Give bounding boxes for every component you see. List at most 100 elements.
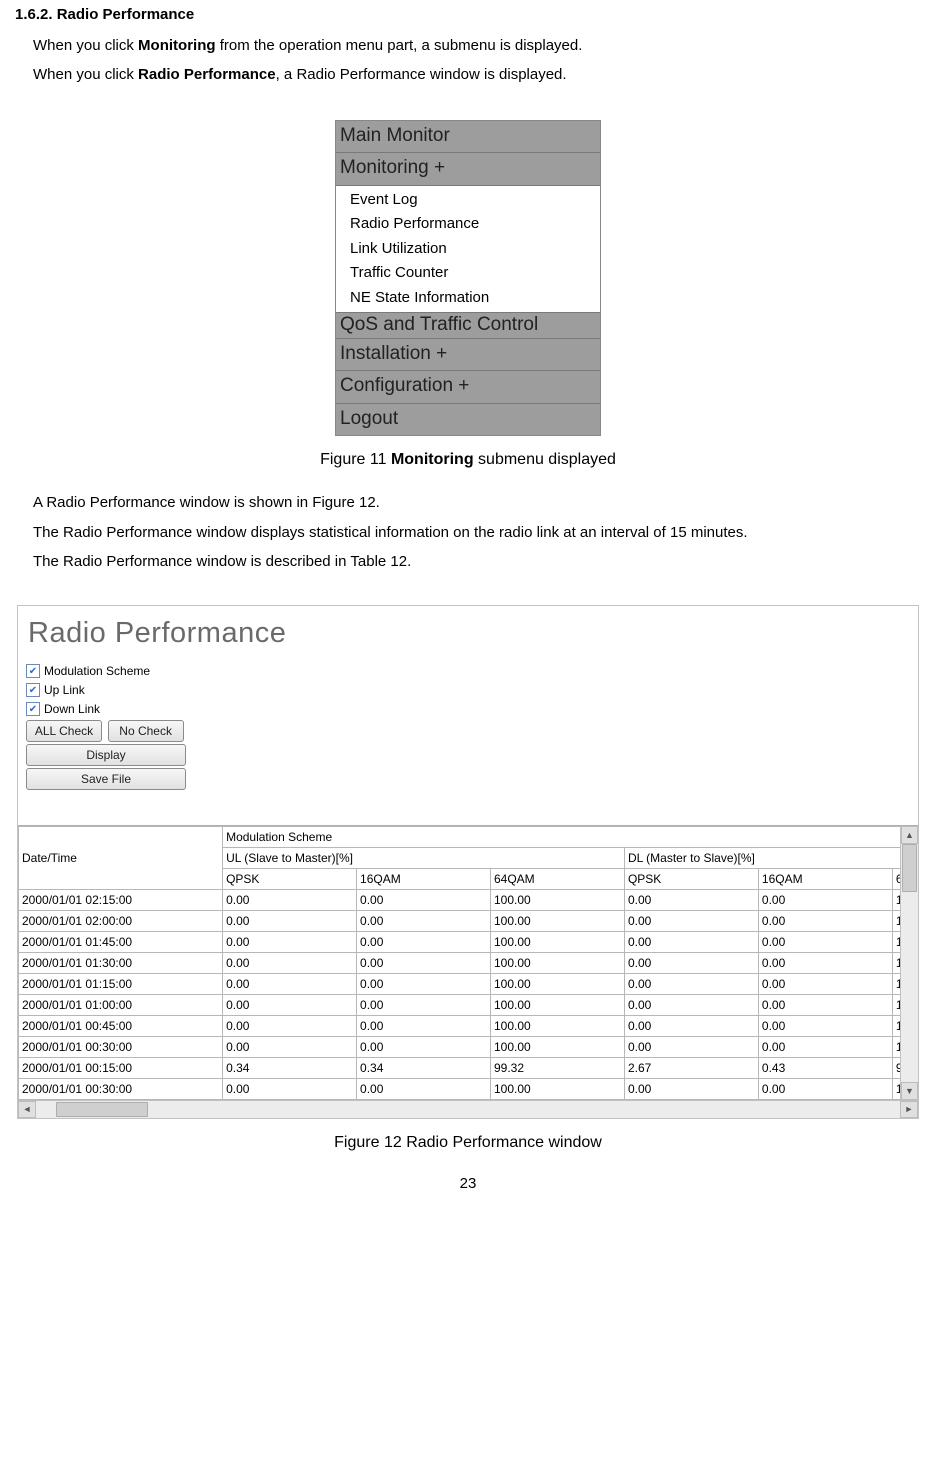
submenu-radio-performance[interactable]: Radio Performance (336, 212, 600, 237)
table-cell: 0.00 (223, 932, 357, 953)
table-cell: 100.00 (490, 1079, 624, 1100)
checkbox-label: Up Link (44, 681, 85, 699)
table-cell: 0.00 (357, 911, 491, 932)
th-64qam: 64QAM (490, 869, 624, 890)
table-cell: 0.00 (223, 1079, 357, 1100)
table-cell: 0.00 (758, 1079, 892, 1100)
table-cell: 0.00 (624, 1016, 758, 1037)
scroll-left-icon[interactable]: ◄ (18, 1101, 36, 1118)
section-heading: 1.6.2. Radio Performance (15, 4, 921, 27)
th-16qam: 16QAM (357, 869, 491, 890)
bold-monitoring: Monitoring (138, 37, 215, 54)
table-cell: 0.43 (758, 1058, 892, 1079)
display-button[interactable]: Display (26, 744, 186, 766)
vertical-scrollbar[interactable]: ▲ ▼ (900, 826, 918, 1100)
submenu-ne-state[interactable]: NE State Information (336, 286, 600, 311)
table-cell: 2000/01/01 00:30:00 (19, 1079, 223, 1100)
table-cell: 100.00 (490, 932, 624, 953)
menu-main-monitor[interactable]: Main Monitor (336, 121, 600, 154)
text: submenu displayed (474, 451, 616, 468)
scroll-down-icon[interactable]: ▼ (901, 1082, 918, 1100)
intro-paragraph-2: When you click Radio Performance, a Radi… (33, 62, 921, 88)
menu-installation[interactable]: Installation + (336, 339, 600, 372)
horizontal-scrollbar[interactable]: ◄ ► (18, 1100, 918, 1118)
scroll-up-icon[interactable]: ▲ (901, 826, 918, 844)
checkbox-modulation-scheme[interactable]: ✔ (26, 664, 40, 678)
scroll-thumb[interactable] (902, 844, 917, 892)
table-cell: 100.00 (490, 911, 624, 932)
table-cell: 0.00 (624, 911, 758, 932)
menu-monitoring[interactable]: Monitoring + (336, 153, 600, 186)
rp-controls: ✔ Modulation Scheme ✔ Up Link ✔ Down Lin… (18, 657, 918, 795)
paragraph-interval: The Radio Performance window displays st… (33, 520, 921, 546)
table-cell: 0.00 (357, 995, 491, 1016)
table-cell: 2000/01/01 02:15:00 (19, 890, 223, 911)
all-check-button[interactable]: ALL Check (26, 720, 102, 742)
table-cell: 2000/01/01 01:45:00 (19, 932, 223, 953)
table-cell: 0.00 (758, 932, 892, 953)
table-cell: 0.00 (624, 1079, 758, 1100)
table-cell: 0.00 (624, 890, 758, 911)
th-qpsk: QPSK (223, 869, 357, 890)
table-cell: 0.00 (357, 1079, 491, 1100)
table-cell: 99.32 (490, 1058, 624, 1079)
text: , a Radio Performance window is displaye… (276, 66, 567, 83)
table-cell: 0.34 (223, 1058, 357, 1079)
table-cell: 0.00 (758, 1016, 892, 1037)
checkbox-label: Down Link (44, 700, 100, 718)
menu-configuration[interactable]: Configuration + (336, 371, 600, 404)
table-row: 2000/01/01 00:45:000.000.00100.000.000.0… (19, 1016, 918, 1037)
table-row: 2000/01/01 00:15:000.340.3499.322.670.43… (19, 1058, 918, 1079)
no-check-button[interactable]: No Check (108, 720, 184, 742)
th-16qam: 16QAM (758, 869, 892, 890)
checkbox-label: Modulation Scheme (44, 662, 150, 680)
th-date-time: Date/Time (19, 827, 223, 890)
table-cell: 0.00 (758, 995, 892, 1016)
checkbox-down-link[interactable]: ✔ (26, 702, 40, 716)
menu-logout[interactable]: Logout (336, 404, 600, 436)
submenu-link-utilization[interactable]: Link Utilization (336, 237, 600, 262)
table-cell: 100.00 (490, 1037, 624, 1058)
rp-table-container: Date/Time Modulation Scheme UL (Slave to… (18, 825, 918, 1118)
scroll-right-icon[interactable]: ► (900, 1101, 918, 1118)
table-cell: 0.00 (624, 974, 758, 995)
table-cell: 100.00 (490, 1016, 624, 1037)
table-cell: 2000/01/01 00:15:00 (19, 1058, 223, 1079)
bold-radio-performance: Radio Performance (138, 66, 276, 83)
table-cell: 0.00 (758, 974, 892, 995)
table-cell: 0.00 (223, 1037, 357, 1058)
table-row: 2000/01/01 02:15:000.000.00100.000.000.0… (19, 890, 918, 911)
table-row: 2000/01/01 01:30:000.000.00100.000.000.0… (19, 953, 918, 974)
table-cell: 0.34 (357, 1058, 491, 1079)
submenu-traffic-counter[interactable]: Traffic Counter (336, 261, 600, 286)
text: When you click (33, 66, 138, 83)
submenu-event-log[interactable]: Event Log (336, 188, 600, 213)
table-row: 2000/01/01 01:00:000.000.00100.000.000.0… (19, 995, 918, 1016)
checkbox-up-link[interactable]: ✔ (26, 683, 40, 697)
table-cell: 0.00 (624, 953, 758, 974)
table-cell: 0.00 (223, 911, 357, 932)
rp-window-title: Radio Performance (18, 606, 918, 658)
text: Figure 11 (320, 451, 391, 468)
table-cell: 100.00 (490, 974, 624, 995)
table-cell: 2000/01/01 02:00:00 (19, 911, 223, 932)
menu-qos-traffic[interactable]: QoS and Traffic Control (336, 313, 600, 339)
table-cell: 0.00 (758, 890, 892, 911)
table-cell: 2000/01/01 01:30:00 (19, 953, 223, 974)
paragraph-fig12-ref: A Radio Performance window is shown in F… (33, 490, 921, 516)
table-cell: 0.00 (357, 932, 491, 953)
monitoring-submenu-figure: Main Monitor Monitoring + Event Log Radi… (335, 120, 601, 437)
table-cell: 100.00 (490, 890, 624, 911)
bold-monitoring: Monitoring (391, 451, 474, 468)
table-cell: 2000/01/01 00:30:00 (19, 1037, 223, 1058)
text: When you click (33, 37, 138, 54)
figure-12-caption: Figure 12 Radio Performance window (15, 1131, 921, 1155)
table-cell: 0.00 (624, 932, 758, 953)
table-cell: 0.00 (357, 953, 491, 974)
th-qpsk: QPSK (624, 869, 758, 890)
table-row: 2000/01/01 00:30:000.000.00100.000.000.0… (19, 1037, 918, 1058)
save-file-button[interactable]: Save File (26, 768, 186, 790)
table-row: 2000/01/01 01:15:000.000.00100.000.000.0… (19, 974, 918, 995)
scroll-thumb[interactable] (56, 1102, 148, 1117)
table-cell: 0.00 (223, 1016, 357, 1037)
